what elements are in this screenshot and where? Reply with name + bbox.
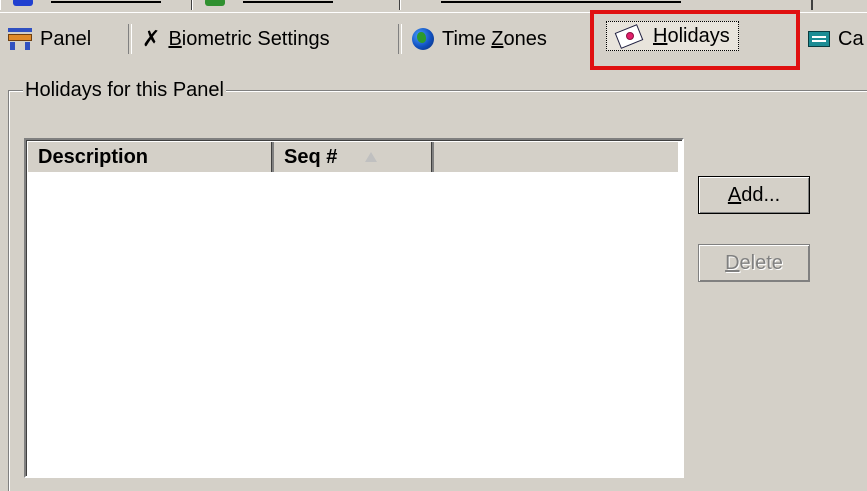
list-header: Description Seq # [28, 142, 678, 172]
upper-tab-1-icon [13, 0, 33, 6]
tab-biometric-label: Biometric Settings [168, 27, 330, 50]
tab-panel[interactable]: Panel [0, 14, 132, 64]
tab-time-zones[interactable]: Time Zones [404, 14, 594, 64]
tab-panel-label: Panel [40, 27, 92, 50]
tab-holidays-label: Holidays [653, 24, 730, 47]
tab-holidays-focus: Holidays [606, 21, 739, 51]
tab-row: Panel ✗ Biometric Settings Time Zones Ho… [0, 14, 867, 64]
holiday-icon [614, 24, 644, 49]
upper-tab-2-icon [205, 0, 225, 6]
upper-tab-1[interactable] [0, 0, 193, 10]
panel-icon [8, 28, 32, 50]
holidays-list[interactable]: Description Seq # [24, 138, 684, 478]
sort-ascending-icon [365, 152, 378, 162]
tab-biometric-settings[interactable]: ✗ Biometric Settings [134, 14, 402, 64]
tab-time-zones-label: Time Zones [442, 27, 547, 50]
biometric-icon: ✗ [142, 26, 161, 51]
tab-card-label: Ca [838, 27, 864, 50]
add-button[interactable]: Add... [698, 176, 810, 214]
card-icon [808, 31, 830, 47]
tab-holidays[interactable]: Holidays [598, 8, 798, 64]
delete-button[interactable]: Delete [698, 244, 810, 282]
column-header-description[interactable]: Description [28, 142, 274, 172]
tab-card[interactable]: Ca [800, 14, 867, 64]
column-header-seq[interactable]: Seq # [274, 142, 434, 172]
group-title: Holidays for this Panel [23, 79, 226, 102]
globe-icon [412, 28, 434, 50]
upper-tab-2[interactable] [192, 0, 401, 10]
